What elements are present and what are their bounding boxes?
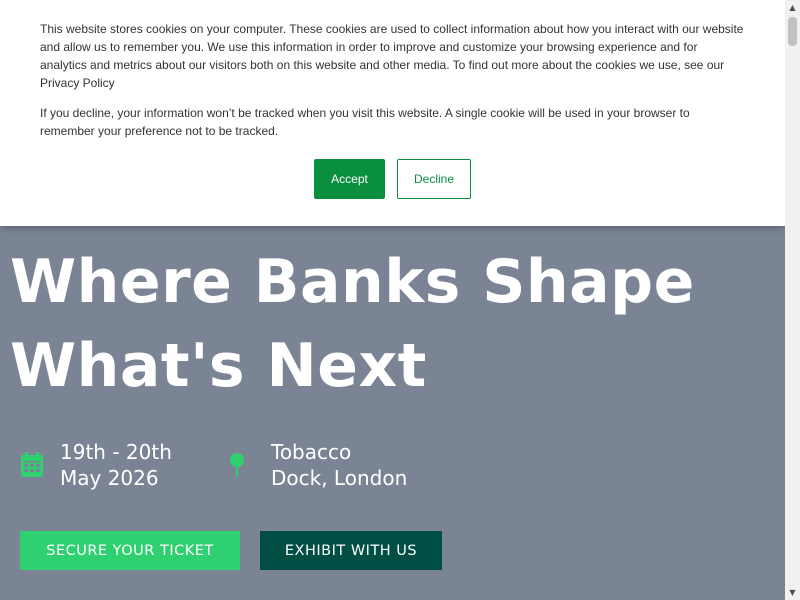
- scroll-up-icon[interactable]: ▲: [785, 0, 800, 15]
- hero-title-line-1: Where Banks Shape: [10, 247, 695, 317]
- date-line-1: 19th - 20th: [60, 440, 172, 464]
- hero-title: Where Banks Shape What's Next: [10, 240, 780, 408]
- exhibit-button[interactable]: EXHIBIT WITH US: [260, 531, 442, 570]
- accept-button[interactable]: Accept: [314, 159, 385, 199]
- scroll-down-icon[interactable]: ▼: [785, 585, 800, 600]
- hero-title-line-2: What's Next: [10, 331, 427, 401]
- venue-line-1: Tobacco: [271, 440, 352, 464]
- venue-line-2: Dock, London: [271, 466, 408, 490]
- vertical-scrollbar[interactable]: ▲ ▼: [785, 0, 800, 600]
- event-venue-text: Tobacco Dock, London: [271, 439, 407, 491]
- cookie-text-2: If you decline, your information won’t b…: [40, 106, 690, 138]
- event-date: 19th - 20th May 2026: [20, 439, 172, 491]
- decline-button[interactable]: Decline: [397, 159, 471, 199]
- cookie-banner: This website stores cookies on your comp…: [0, 0, 785, 226]
- secure-ticket-button[interactable]: SECURE YOUR TICKET: [20, 531, 240, 570]
- date-line-2: May 2026: [60, 466, 159, 490]
- map-pin-icon: [230, 453, 244, 477]
- event-date-text: 19th - 20th May 2026: [60, 439, 172, 491]
- calendar-icon: [21, 452, 43, 477]
- cookie-buttons: Accept Decline: [314, 159, 471, 199]
- event-venue: Tobacco Dock, London: [225, 439, 407, 491]
- cookie-text-1: This website stores cookies on your comp…: [40, 22, 744, 90]
- scrollbar-thumb[interactable]: [788, 17, 797, 46]
